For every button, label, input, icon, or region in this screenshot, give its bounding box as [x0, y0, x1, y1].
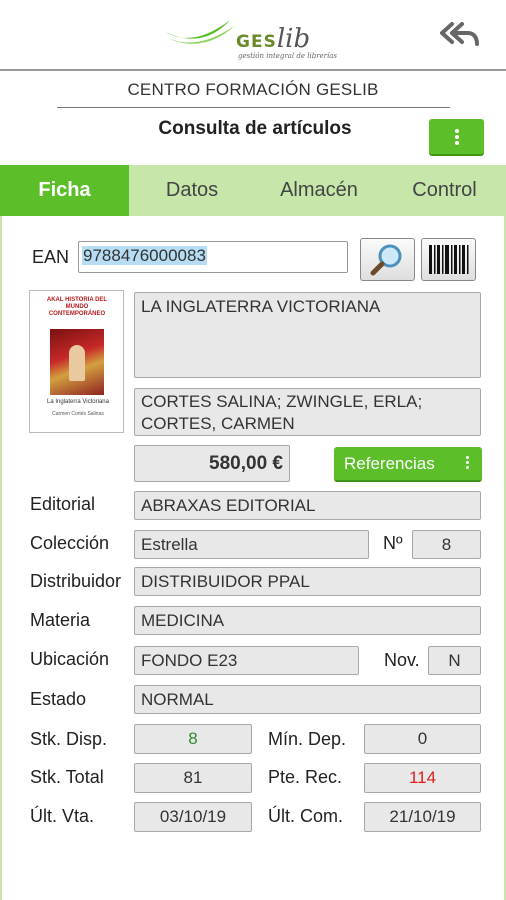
stock-disp-field: 8 — [134, 724, 252, 754]
stock-disp-value: 8 — [188, 729, 198, 748]
tab-datos[interactable]: Datos — [129, 165, 255, 216]
ean-value: 9788476000083 — [82, 246, 207, 265]
coleccion-label: Colección — [30, 533, 110, 553]
logo-brand: GES — [236, 32, 277, 52]
logo-wordmark: GESlib — [236, 24, 310, 54]
min-dep-field: 0 — [364, 724, 481, 754]
pte-rec-label: Pte. Rec. — [268, 767, 343, 787]
price-field: 580,00 € — [134, 445, 290, 482]
ean-label: EAN — [32, 247, 70, 267]
estado-label: Estado — [30, 689, 87, 709]
pte-rec-field: 114 — [364, 763, 481, 793]
references-button[interactable]: Referencias — [334, 447, 482, 482]
stock-total-field: 81 — [134, 763, 252, 793]
materia-field: MEDICINA — [134, 606, 481, 635]
reply-all-icon — [440, 22, 479, 46]
tab-ficha[interactable]: Ficha — [0, 165, 129, 216]
cover-series: AKAL HISTORIA DEL MUNDO CONTEMPORÁNEO — [46, 297, 108, 317]
ubicacion-field: FONDO E23 — [134, 646, 359, 675]
distribuidor-field: DISTRIBUIDOR PPAL — [134, 567, 481, 596]
logo-brand-italic: lib — [276, 24, 311, 54]
ult-vta-field: 03/10/19 — [134, 802, 252, 832]
ult-vta-label: Últ. Vta. — [30, 806, 95, 826]
tab-control[interactable]: Control — [383, 165, 506, 216]
stock-total-label: Stk. Total — [30, 767, 104, 787]
cover-title: La Inglaterra Victoriana — [47, 399, 109, 405]
pte-rec-value: 114 — [408, 768, 437, 787]
header-divider — [0, 69, 506, 71]
title-field: LA INGLATERRA VICTORIANA — [134, 292, 481, 378]
more-vert-icon — [454, 128, 459, 145]
center-divider — [57, 107, 450, 108]
min-dep-label: Mín. Dep. — [268, 729, 347, 749]
novedad-label: Nov. — [384, 650, 420, 670]
barcode-scan-button[interactable] — [421, 238, 476, 281]
leaf-icon — [166, 20, 234, 44]
novedad-field: N — [428, 646, 481, 675]
references-label: Referencias — [344, 454, 435, 473]
tab-bar: Ficha Datos Almacén Control — [0, 165, 506, 216]
geslib-logo: GESlib gestión integral de librerías — [164, 14, 354, 60]
center-name: CENTRO FORMACIÓN GESLIB — [127, 80, 379, 99]
estado-field: NORMAL — [134, 685, 481, 714]
options-menu-button[interactable] — [429, 119, 484, 156]
cover-author: Carmen Cortés Salinas — [52, 411, 104, 417]
editorial-field: ABRAXAS EDITORIAL — [134, 491, 481, 520]
ubicacion-label: Ubicación — [30, 649, 110, 669]
search-button[interactable] — [360, 238, 415, 281]
ult-com-field: 21/10/19 — [364, 802, 481, 832]
barcode-icon — [429, 245, 469, 274]
logo-tagline: gestión integral de librerías — [238, 52, 338, 60]
materia-label: Materia — [30, 610, 91, 630]
book-cover-image: AKAL HISTORIA DEL MUNDO CONTEMPORÁNEO La… — [29, 290, 124, 433]
ean-input[interactable]: 9788476000083 — [78, 241, 348, 273]
ult-com-label: Últ. Com. — [268, 806, 344, 826]
cover-painting — [50, 329, 104, 395]
magnifier-icon — [370, 244, 402, 276]
editorial-label: Editorial — [30, 494, 96, 514]
authors-field: CORTES SALINA; ZWINGLE, ERLA; CORTES, CA… — [134, 388, 481, 436]
numero-label: Nº — [383, 533, 403, 553]
stock-disp-label: Stk. Disp. — [30, 729, 108, 749]
distribuidor-label: Distribuidor — [30, 571, 122, 591]
numero-field: 8 — [412, 530, 481, 559]
back-button[interactable] — [438, 18, 482, 48]
more-vert-icon — [466, 456, 470, 471]
coleccion-field: Estrella — [134, 530, 369, 559]
tab-almacen[interactable]: Almacén — [255, 165, 383, 216]
